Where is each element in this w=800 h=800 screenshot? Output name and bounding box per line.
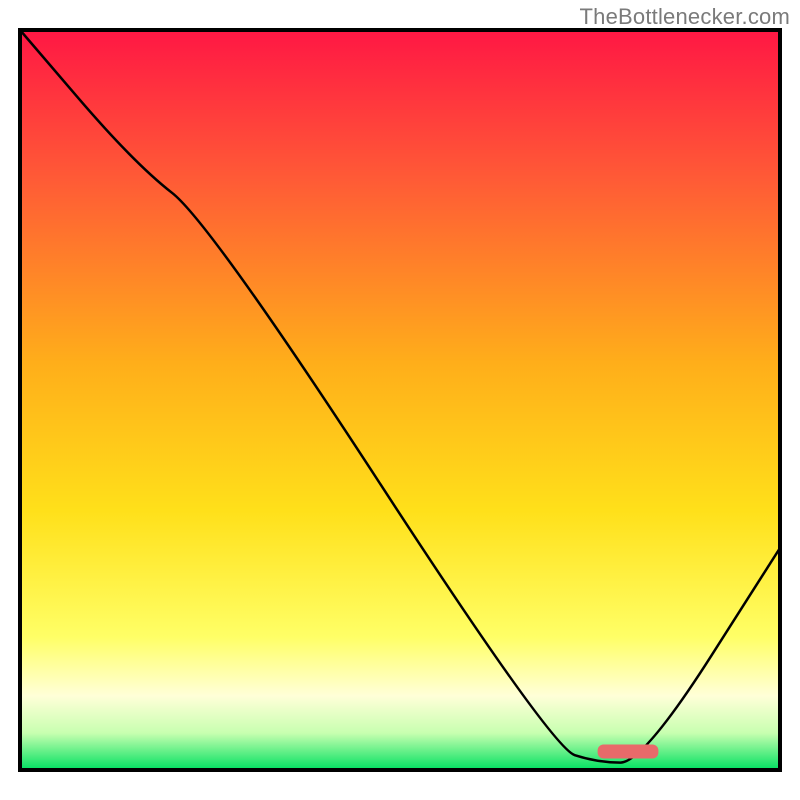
attribution-text: TheBottlenecker.com [580, 4, 790, 30]
plot-background [20, 30, 780, 770]
chart-svg [0, 0, 800, 800]
min-marker [598, 745, 659, 759]
